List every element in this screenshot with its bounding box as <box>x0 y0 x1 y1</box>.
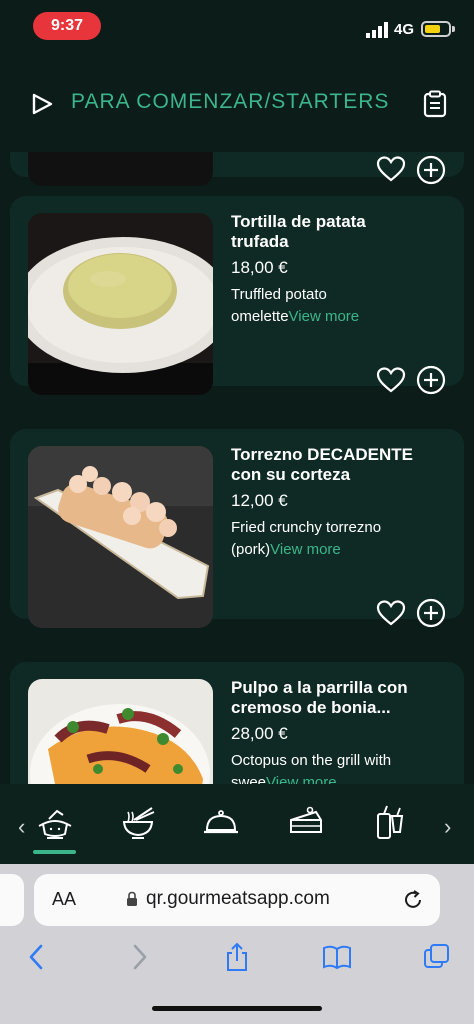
add-to-order-icon[interactable] <box>416 365 446 395</box>
dish-image <box>28 152 213 186</box>
reader-settings-button[interactable]: AA <box>52 889 76 910</box>
pot-icon[interactable] <box>35 802 75 842</box>
cloche-icon[interactable] <box>201 802 241 842</box>
chevron-right-icon[interactable]: › <box>444 814 451 840</box>
menu-item-partial[interactable] <box>10 152 464 186</box>
bookmarks-icon[interactable] <box>322 942 352 972</box>
menu-list[interactable]: Tortilla de patata trufada 18,00 € Truff… <box>0 152 474 784</box>
address-bar[interactable]: AA qr.gourmeatsapp.com <box>34 874 440 926</box>
add-to-order-icon[interactable] <box>416 598 446 628</box>
browser-toolbar: AA qr.gourmeatsapp.com <box>0 864 474 1024</box>
menu-item[interactable]: Pulpo a la parrilla con cremoso de bonia… <box>10 662 464 784</box>
favorite-icon[interactable] <box>376 599 406 627</box>
dish-name: Pulpo a la parrilla con cremoso de bonia… <box>231 678 408 717</box>
tabs-icon[interactable] <box>422 942 452 972</box>
dish-price: 12,00 € <box>231 491 288 510</box>
drinks-icon[interactable] <box>370 802 410 842</box>
url-text: qr.gourmeatsapp.com <box>146 888 330 909</box>
previous-tab-preview[interactable] <box>0 874 24 926</box>
header: PARA COMENZAR/STARTERS <box>0 56 474 152</box>
favorite-icon[interactable] <box>376 155 406 183</box>
back-icon[interactable] <box>22 942 52 972</box>
status-bar: 9:37 4G <box>0 0 474 56</box>
dish-name: Tortilla de patata trufada <box>231 212 366 251</box>
page-title: PARA COMENZAR/STARTERS <box>71 90 390 113</box>
lock-icon <box>127 891 137 906</box>
dish-image <box>28 446 213 628</box>
menu-item[interactable]: Tortilla de patata trufada 18,00 € Truff… <box>10 196 464 395</box>
add-icon[interactable] <box>416 155 446 185</box>
dish-image <box>28 213 213 395</box>
dish-price: 28,00 € <box>231 724 288 743</box>
reload-icon[interactable] <box>402 889 424 911</box>
forward-icon[interactable] <box>124 942 154 972</box>
view-more-link[interactable]: View more <box>270 541 341 558</box>
home-indicator[interactable] <box>152 1006 322 1011</box>
battery-icon <box>421 21 455 37</box>
favorite-icon[interactable] <box>376 366 406 394</box>
dish-description: Octopus on the grill with sweeView more <box>231 750 456 784</box>
network-type: 4G <box>394 21 415 38</box>
chevron-left-icon[interactable]: ‹ <box>18 814 25 840</box>
menu-item[interactable]: Torrezno DECADENTE con su corteza 12,00 … <box>10 429 464 628</box>
status-time: 9:37 <box>33 12 101 40</box>
category-bar: ‹ › <box>0 784 474 864</box>
dish-image <box>28 679 213 784</box>
share-icon[interactable] <box>222 942 252 972</box>
signal-icon <box>366 22 388 38</box>
clipboard-icon[interactable] <box>422 90 448 118</box>
view-more-link[interactable]: View more <box>266 774 337 784</box>
dish-description: Fried crunchy torrezno (pork)View more <box>231 519 382 558</box>
cake-slice-icon[interactable] <box>286 802 326 842</box>
play-icon[interactable] <box>30 92 54 116</box>
dish-name: Torrezno DECADENTE con su corteza <box>231 445 413 484</box>
noodle-bowl-icon[interactable] <box>118 802 158 842</box>
category-active-indicator <box>33 850 76 854</box>
view-more-link[interactable]: View more <box>289 308 360 325</box>
dish-description: Truffled potato omeletteView more <box>231 286 360 325</box>
dish-price: 18,00 € <box>231 258 288 277</box>
